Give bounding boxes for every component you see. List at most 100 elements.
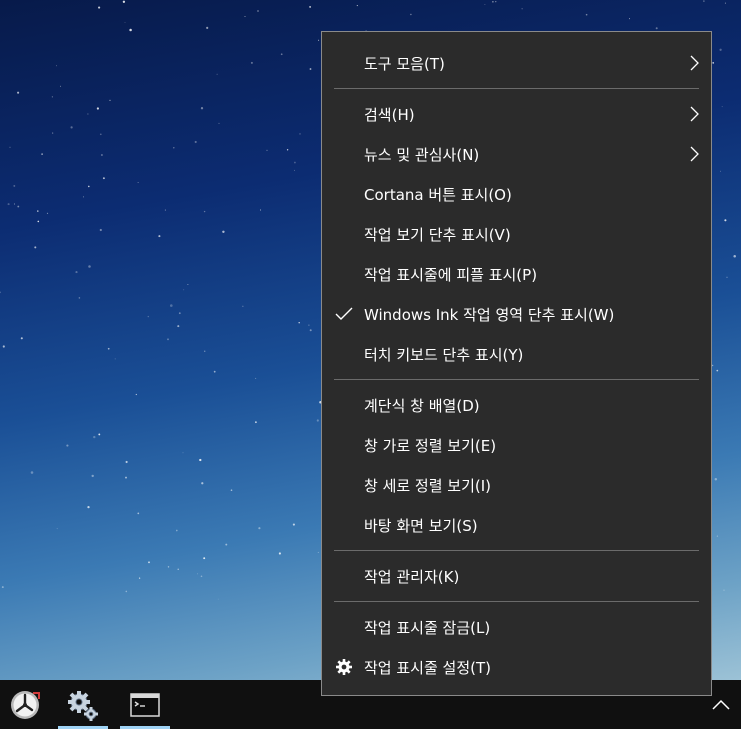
star [723,589,725,591]
menu-item[interactable]: 작업 보기 단추 표시(V) [322,214,711,254]
star [91,474,94,478]
menu-item[interactable]: 작업 관리자(K) [322,556,711,596]
star [13,203,16,205]
menu-item[interactable]: 작업 표시줄에 피플 표시(P) [322,254,711,294]
star [255,421,257,424]
menu-item[interactable]: 도구 모음(T) [322,43,711,83]
menu-item[interactable]: Windows Ink 작업 영역 단추 표시(W) [322,294,711,334]
menu-item-label: 계단식 창 배열(D) [364,396,480,415]
gear-icon [334,658,354,676]
menu-item[interactable]: Cortana 버튼 표시(O) [322,174,711,214]
menu-item[interactable]: 뉴스 및 관심사(N) [322,134,711,174]
star [260,209,262,211]
star [20,337,23,340]
menu-separator [334,601,699,602]
menu-item-label: 작업 표시줄에 피플 표시(P) [364,265,538,284]
star [17,205,20,208]
star [294,169,295,171]
menu-item-label: Windows Ink 작업 영역 단추 표시(W) [364,305,615,324]
star [78,297,81,299]
star [356,5,358,7]
taskbar-context-menu: 도구 모음(T) 검색(H) 뉴스 및 관심사(N) Cortana 버튼 표시(O)… [321,31,712,696]
menu-item[interactable]: 작업 표시줄 잠금(L) [322,607,711,647]
star [721,106,723,108]
star [52,132,54,134]
star [96,107,100,110]
star [178,312,181,315]
star [712,62,715,64]
star [46,212,49,215]
star [51,96,53,98]
star [278,552,281,555]
star [733,255,736,258]
chevron-right-icon [690,55,700,71]
star [309,68,312,70]
menu-item-label: 창 가로 정렬 보기(E) [364,436,497,455]
star [204,350,206,352]
menu-item-label: 창 세로 정렬 보기(I) [364,476,492,495]
menu-item[interactable]: 계단식 창 배열(D) [322,385,711,425]
settings-gears-icon [68,690,98,721]
chevron-right-icon [690,106,700,122]
star [99,228,102,232]
star [135,393,137,396]
star [280,53,283,56]
menu-item[interactable]: 터치 키보드 단추 표시(Y) [322,334,711,374]
menu-item-label: 작업 표시줄 잠금(L) [364,618,491,637]
star [299,133,301,135]
star [298,321,300,324]
star [521,8,523,10]
star [167,338,169,341]
star [714,477,718,481]
menu-item[interactable]: 창 세로 정렬 보기(I) [322,465,711,505]
star [492,0,494,3]
star [37,220,40,223]
star [724,219,727,222]
star [183,289,185,291]
star [308,324,310,326]
star [187,284,189,285]
star [147,315,149,318]
star [2,345,5,348]
star [98,6,101,9]
star [250,61,253,64]
star [203,210,206,213]
star [484,4,486,6]
star [197,573,199,575]
terminal-icon [130,692,160,717]
taskbar-app-terminal[interactable] [120,680,170,729]
taskbar-app-settings[interactable] [58,680,108,729]
star [114,358,116,360]
menu-item[interactable]: 검색(H) [322,94,711,134]
star [266,149,268,152]
star [125,476,127,479]
star [711,364,714,367]
menu-separator [334,550,699,551]
star [55,65,58,67]
menu-item[interactable]: 바탕 화면 보기(S) [322,505,711,545]
star [138,577,141,579]
star [716,369,719,372]
star [286,149,289,151]
star [720,170,721,172]
menu-item-label: 바탕 화면 보기(S) [364,516,478,535]
star [317,551,319,553]
chevron-right-icon [690,146,700,162]
menu-separator [334,88,699,89]
star [93,435,96,439]
star [244,16,246,17]
menu-item-label: 작업 표시줄 설정(T) [364,658,492,677]
star [585,13,588,16]
star [206,26,209,29]
taskbar-app-clock[interactable] [0,680,50,729]
star [100,153,103,157]
star [70,126,73,129]
menu-item[interactable]: 창 가로 정렬 보기(E) [322,425,711,465]
menu-separator [334,379,699,380]
star [9,146,11,148]
star [99,133,102,136]
menu-item[interactable]: 작업 표시줄 설정(T) [322,647,711,687]
menu-item-label: 뉴스 및 관심사(N) [364,145,480,164]
star [255,377,257,379]
star [129,28,132,32]
